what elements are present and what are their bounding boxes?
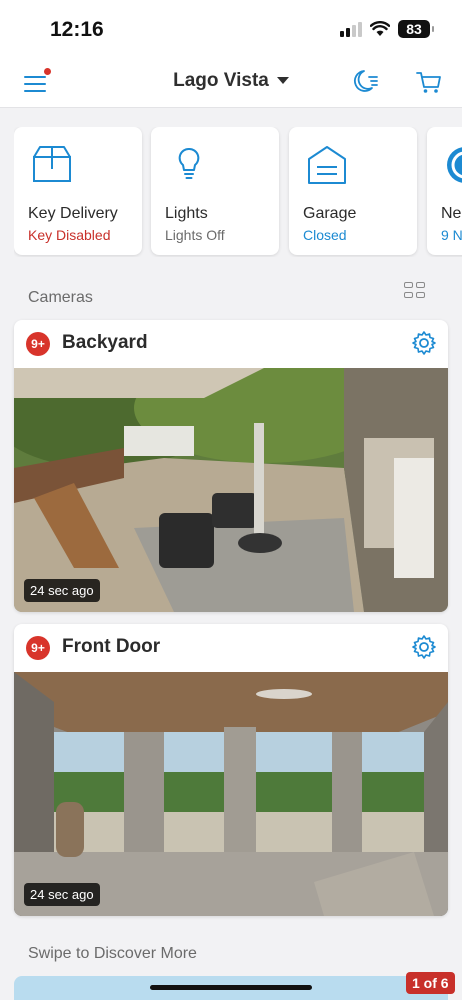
status-time: 12:16: [50, 18, 104, 41]
grid-view-toggle[interactable]: [404, 282, 428, 300]
tile-status: Key Disabled: [28, 227, 111, 243]
location-name: Lago Vista: [173, 70, 269, 91]
tile-status: Lights Off: [165, 227, 225, 243]
tile-status: 9 N: [441, 227, 462, 243]
camera-feed-backyard[interactable]: 24 sec ago: [14, 368, 448, 612]
caret-down-icon: [276, 77, 289, 85]
tile-neighbors[interactable]: Ne 9 N: [427, 127, 462, 255]
app-header: Lago Vista: [0, 56, 462, 108]
status-bar: 12:16 83: [0, 0, 462, 56]
location-selector[interactable]: Lago Vista: [0, 70, 462, 92]
tile-name: Lights: [165, 205, 208, 222]
camera-card-front-door: 9+ Front Door 24 sec ago: [14, 624, 448, 916]
neighbors-icon: [447, 147, 462, 183]
last-updated-label: 24 sec ago: [24, 883, 100, 906]
garage-icon: [308, 146, 346, 184]
camera-snapshot-image: [14, 672, 448, 916]
package-icon: [33, 146, 71, 182]
gear-icon[interactable]: [411, 330, 437, 356]
wifi-icon: [370, 21, 390, 36]
mode-button[interactable]: [350, 68, 380, 96]
tile-status: Closed: [303, 227, 347, 243]
tile-name: Garage: [303, 205, 357, 222]
camera-name[interactable]: Front Door: [62, 636, 160, 658]
gear-icon[interactable]: [411, 634, 437, 660]
lightbulb-icon: [178, 147, 200, 179]
battery-icon: 83: [398, 20, 434, 38]
tile-garage[interactable]: Garage Closed: [289, 127, 417, 255]
cart-icon: [416, 72, 441, 93]
camera-name[interactable]: Backyard: [62, 332, 148, 354]
discover-label: Swipe to Discover More: [28, 945, 197, 962]
camera-card-backyard: 9+ Backyard 24 sec ago: [14, 320, 448, 612]
cellular-signal-icon: [340, 21, 362, 37]
tile-lights[interactable]: Lights Lights Off: [151, 127, 279, 255]
status-icons: 83: [340, 20, 434, 38]
tile-name: Ne: [441, 205, 462, 222]
moon-mode-icon: [354, 70, 378, 92]
home-indicator[interactable]: [150, 985, 312, 990]
cart-button[interactable]: [414, 68, 444, 96]
tile-key-delivery[interactable]: Key Delivery Key Disabled: [14, 127, 142, 255]
carousel-page-indicator: 1 of 6: [406, 972, 455, 994]
grid-view-icon: [404, 282, 413, 288]
device-tiles[interactable]: Key Delivery Key Disabled Lights Lights …: [14, 127, 462, 257]
event-count-badge: 9+: [26, 332, 50, 356]
cameras-section-label: Cameras: [28, 289, 93, 306]
last-updated-label: 24 sec ago: [24, 579, 100, 602]
tile-name: Key Delivery: [28, 205, 118, 222]
event-count-badge: 9+: [26, 636, 50, 660]
camera-snapshot-image: [14, 368, 448, 612]
camera-feed-front-door[interactable]: 24 sec ago: [14, 672, 448, 916]
